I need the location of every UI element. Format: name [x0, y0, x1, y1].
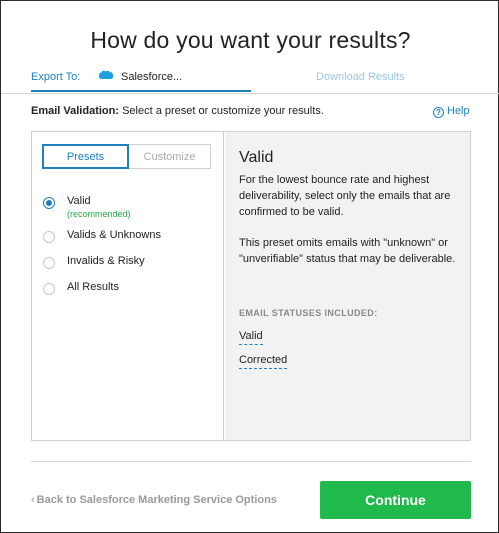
preset-option-label: All Results	[67, 281, 119, 293]
status-item-valid[interactable]: Valid	[239, 330, 263, 345]
tabs-divider	[1, 93, 499, 94]
back-link[interactable]: ‹ Back to Salesforce Marketing Service Op…	[31, 494, 277, 506]
tab-export-target: Salesforce...	[121, 71, 183, 83]
preset-option-label: Valid	[67, 195, 91, 207]
chevron-left-icon: ‹	[31, 494, 35, 506]
detail-description: For the lowest bounce rate and highest d…	[239, 174, 451, 218]
salesforce-cloud-icon	[98, 69, 114, 80]
recommended-badge: (recommended)	[67, 209, 131, 219]
radio-unselected[interactable]	[43, 257, 55, 269]
presets-tab-button[interactable]: Presets	[42, 144, 129, 169]
preset-panel: Presets Customize Valid (recommended) Va…	[31, 131, 471, 441]
help-link[interactable]: ? Help	[433, 105, 470, 118]
help-circle-icon: ?	[433, 107, 444, 118]
radio-selected[interactable]	[43, 197, 55, 209]
radio-unselected[interactable]	[43, 231, 55, 243]
customize-tab-button[interactable]: Customize	[128, 144, 211, 169]
preset-detail-pane: Valid For the lowest bounce rate and hig…	[225, 132, 470, 440]
detail-title: Valid	[239, 149, 274, 166]
detail-note: This preset omits emails with "unknown" …	[239, 237, 456, 265]
email-validation-row: Email Validation: Select a preset or cus…	[31, 105, 471, 117]
statuses-heading: EMAIL STATUSES INCLUDED:	[239, 308, 378, 318]
radio-unselected[interactable]	[43, 283, 55, 295]
continue-button[interactable]: Continue	[320, 481, 471, 519]
email-validation-instruction: Select a preset or customize your result…	[122, 105, 324, 117]
help-label: Help	[447, 105, 470, 117]
tab-download-results[interactable]: Download Results	[316, 71, 405, 83]
email-validation-label: Email Validation:	[31, 105, 120, 117]
back-link-label: Back to Salesforce Marketing Service Opt…	[36, 494, 277, 506]
footer-divider	[31, 461, 471, 462]
preset-option-label: Valids & Unknowns	[67, 229, 161, 241]
dialog-title: How do you want your results?	[90, 27, 411, 53]
tab-bar: Export To: Salesforce... Download Result…	[31, 67, 471, 95]
status-item-corrected[interactable]: Corrected	[239, 354, 288, 369]
preset-option-label: Invalids & Risky	[67, 255, 145, 267]
tab-export-to[interactable]: Export To: Salesforce...	[31, 67, 251, 92]
tab-export-label: Export To:	[31, 71, 81, 83]
export-dialog: How do you want your results? Export To:…	[0, 0, 499, 533]
preset-list-pane: Presets Customize Valid (recommended) Va…	[32, 132, 224, 440]
mode-toggle: Presets Customize	[42, 144, 211, 169]
